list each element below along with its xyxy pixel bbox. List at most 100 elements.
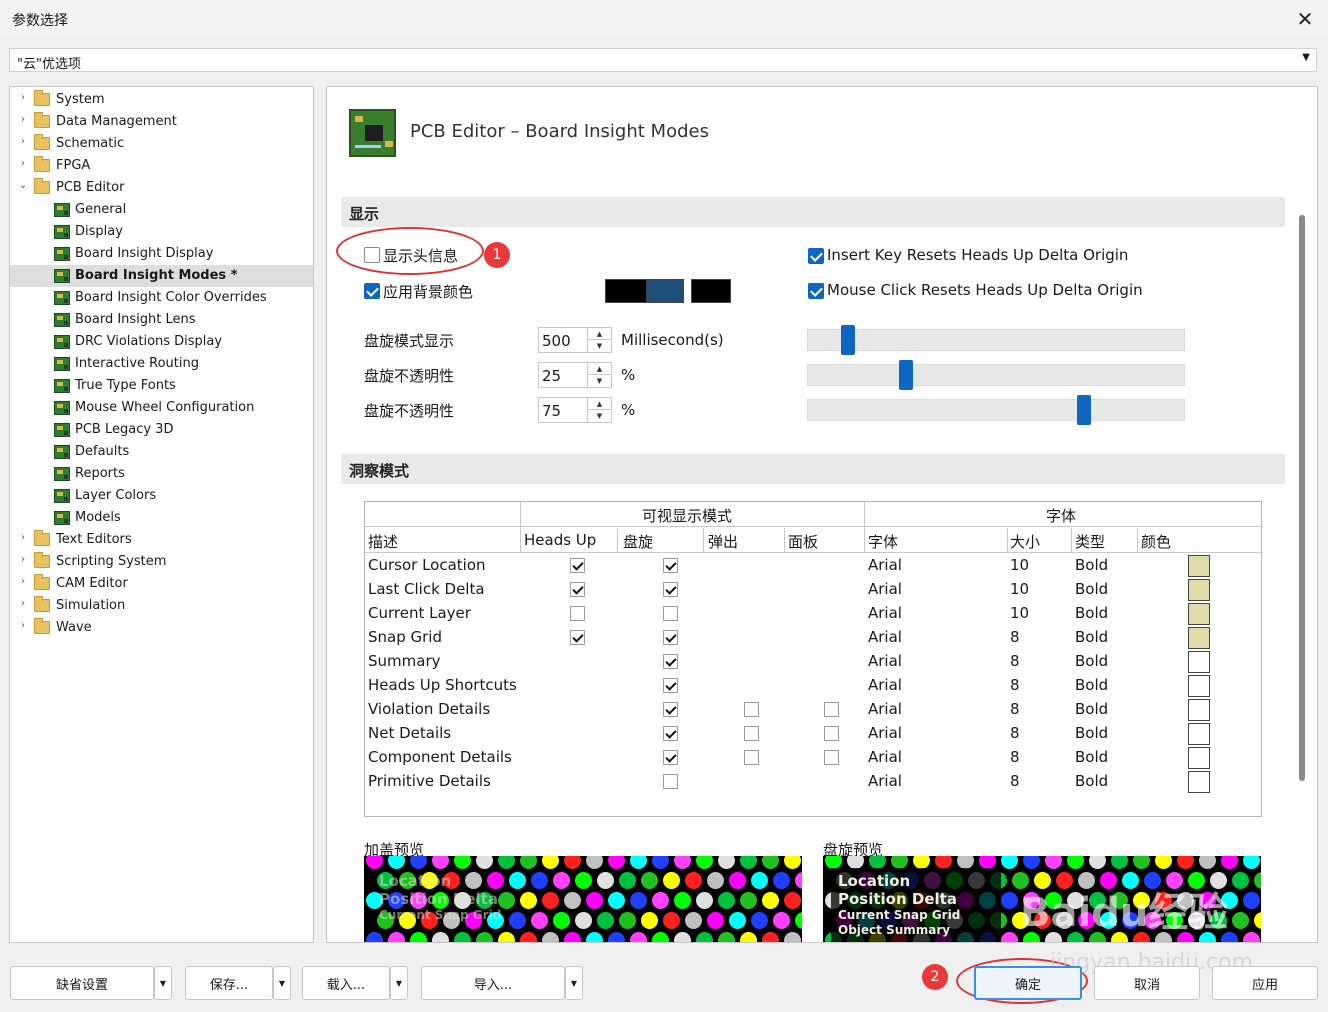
row-color-swatch[interactable] (1188, 723, 1210, 745)
bg-color-swatch-1[interactable] (605, 279, 647, 303)
hover-checkbox[interactable] (663, 654, 678, 669)
tree-item[interactable]: Board Insight Color Overrides (10, 287, 313, 309)
row-font-type[interactable]: Bold (1075, 676, 1108, 694)
hover-mode-delay-spinner[interactable]: 500 ▲ ▼ (538, 327, 612, 353)
hover-checkbox[interactable] (663, 582, 678, 597)
row-font-type[interactable]: Bold (1075, 628, 1108, 646)
row-font-size[interactable]: 8 (1010, 724, 1020, 742)
tree-item[interactable]: Interactive Routing (10, 353, 313, 375)
tree-item[interactable]: › Data Management (10, 111, 313, 133)
row-font[interactable]: Arial (868, 580, 902, 598)
row-font[interactable]: Arial (868, 628, 902, 646)
tree-item[interactable]: Reports (10, 463, 313, 485)
tree-item[interactable]: PCB Legacy 3D (10, 419, 313, 441)
defaults-dropdown-icon[interactable]: ▼ (154, 966, 172, 1000)
row-font-size[interactable]: 10 (1010, 556, 1029, 574)
slider-thumb[interactable] (841, 325, 855, 355)
row-font-size[interactable]: 8 (1010, 676, 1020, 694)
tree-item[interactable]: Display (10, 221, 313, 243)
defaults-button[interactable]: 缺省设置 (10, 966, 154, 1000)
panel-checkbox[interactable] (824, 702, 839, 717)
row-color-swatch[interactable] (1188, 579, 1210, 601)
tree-item[interactable]: › Schematic (10, 133, 313, 155)
chevron-down-icon[interactable]: ⌄ (18, 180, 28, 191)
cancel-button[interactable]: 取消 (1094, 966, 1200, 1000)
column-desc[interactable]: 描述 (368, 531, 398, 552)
profile-select[interactable]: "云"优选项 ▼ (9, 48, 1317, 72)
tree-item[interactable]: Mouse Wheel Configuration (10, 397, 313, 419)
tree-item[interactable]: › Text Editors (10, 529, 313, 551)
tree-item[interactable]: ⌄ PCB Editor (10, 177, 313, 199)
row-font-type[interactable]: Bold (1075, 724, 1108, 742)
tree-item[interactable]: Defaults (10, 441, 313, 463)
use-bg-color-checkbox[interactable] (364, 283, 380, 299)
row-color-swatch[interactable] (1188, 603, 1210, 625)
save-dropdown-icon[interactable]: ▼ (273, 966, 291, 1000)
row-font[interactable]: Arial (868, 604, 902, 622)
hover-checkbox[interactable] (663, 678, 678, 693)
row-font[interactable]: Arial (868, 652, 902, 670)
hover-checkbox[interactable] (663, 630, 678, 645)
tree-item[interactable]: DRC Violations Display (10, 331, 313, 353)
tree-item[interactable]: › Wave (10, 617, 313, 639)
apply-button[interactable]: 应用 (1212, 966, 1318, 1000)
tree-item[interactable]: › Scripting System (10, 551, 313, 573)
hover-checkbox[interactable] (663, 726, 678, 741)
row-font[interactable]: Arial (868, 748, 902, 766)
row-color-swatch[interactable] (1188, 747, 1210, 769)
row-font-size[interactable]: 8 (1010, 748, 1020, 766)
row-font-type[interactable]: Bold (1075, 652, 1108, 670)
chevron-right-icon[interactable]: › (18, 598, 28, 609)
chevron-right-icon[interactable]: › (18, 92, 28, 103)
chevron-right-icon[interactable]: › (18, 158, 28, 169)
spin-up-icon[interactable]: ▲ (587, 398, 611, 410)
close-icon[interactable]: ✕ (1290, 4, 1320, 34)
column-type[interactable]: 类型 (1075, 531, 1105, 552)
spin-up-icon[interactable]: ▲ (587, 363, 611, 375)
tree-item[interactable]: Board Insight Lens (10, 309, 313, 331)
row-color-swatch[interactable] (1188, 699, 1210, 721)
tree-item[interactable]: Models (10, 507, 313, 529)
panel-checkbox[interactable] (824, 726, 839, 741)
row-font-type[interactable]: Bold (1075, 580, 1108, 598)
spin-down-icon[interactable]: ▼ (587, 375, 611, 387)
hover-opacity-slider[interactable] (807, 360, 1185, 390)
column-font[interactable]: 字体 (868, 531, 898, 552)
row-font-type[interactable]: Bold (1075, 700, 1108, 718)
chevron-right-icon[interactable]: › (18, 576, 28, 587)
row-font-type[interactable]: Bold (1075, 556, 1108, 574)
hover-opacity-2-spinner[interactable]: 75 ▲ ▼ (538, 397, 612, 423)
row-font[interactable]: Arial (868, 724, 902, 742)
bg-color-swatch-3[interactable] (691, 279, 731, 303)
row-font[interactable]: Arial (868, 700, 902, 718)
headsup-checkbox[interactable] (570, 606, 585, 621)
tree-item[interactable]: Board Insight Display (10, 243, 313, 265)
panel-checkbox[interactable] (824, 750, 839, 765)
tree-item[interactable]: › FPGA (10, 155, 313, 177)
tree-item[interactable]: › CAM Editor (10, 573, 313, 595)
hover-checkbox[interactable] (663, 702, 678, 717)
row-color-swatch[interactable] (1188, 627, 1210, 649)
row-font[interactable]: Arial (868, 556, 902, 574)
spin-up-icon[interactable]: ▲ (587, 328, 611, 340)
tree-item[interactable]: › System (10, 89, 313, 111)
row-font[interactable]: Arial (868, 772, 902, 790)
popup-checkbox[interactable] (744, 750, 759, 765)
column-popup[interactable]: 弹出 (708, 531, 738, 552)
insert-key-reset-checkbox[interactable] (808, 248, 824, 264)
ok-button[interactable]: 确定 (974, 966, 1082, 1000)
vertical-scrollbar[interactable] (1299, 215, 1305, 781)
load-dropdown-icon[interactable]: ▼ (390, 966, 408, 1000)
save-button[interactable]: 保存... (185, 966, 273, 1000)
bg-color-swatch-2[interactable] (647, 279, 684, 303)
hover-checkbox[interactable] (663, 606, 678, 621)
hover-checkbox[interactable] (663, 774, 678, 789)
mouse-click-reset-checkbox[interactable] (808, 283, 824, 299)
tree-item[interactable]: Layer Colors (10, 485, 313, 507)
column-panel[interactable]: 面板 (788, 531, 818, 552)
row-font-size[interactable]: 8 (1010, 628, 1020, 646)
headsup-checkbox[interactable] (570, 630, 585, 645)
import-button[interactable]: 导入... (421, 966, 565, 1000)
slider-thumb[interactable] (1077, 395, 1091, 425)
column-size[interactable]: 大小 (1010, 531, 1040, 552)
